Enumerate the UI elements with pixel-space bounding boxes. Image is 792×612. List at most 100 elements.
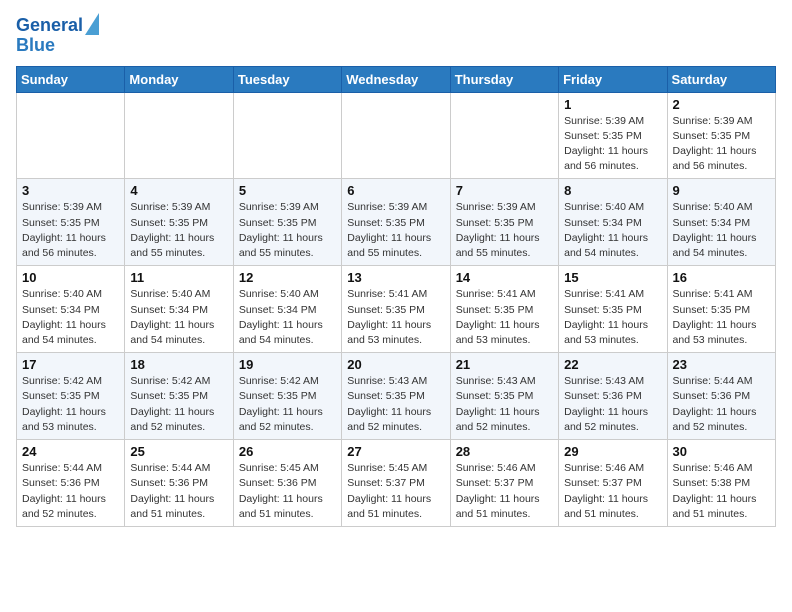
day-info: Sunrise: 5:43 AM Sunset: 5:36 PM Dayligh… [564, 374, 661, 435]
calendar-day-cell: 17 Sunrise: 5:42 AM Sunset: 5:35 PM Dayli… [17, 353, 125, 440]
calendar-day-cell: 28 Sunrise: 5:46 AM Sunset: 5:37 PM Dayli… [450, 440, 558, 527]
day-number: 25 [130, 444, 227, 459]
day-number: 27 [347, 444, 444, 459]
calendar-day-cell [342, 92, 450, 179]
day-info: Sunrise: 5:41 AM Sunset: 5:35 PM Dayligh… [673, 287, 770, 348]
day-number: 28 [456, 444, 553, 459]
day-number: 3 [22, 183, 119, 198]
day-info: Sunrise: 5:39 AM Sunset: 5:35 PM Dayligh… [673, 114, 770, 175]
day-number: 14 [456, 270, 553, 285]
weekday-header: Wednesday [342, 66, 450, 92]
page-header: General Blue [16, 16, 776, 56]
day-info: Sunrise: 5:39 AM Sunset: 5:35 PM Dayligh… [564, 114, 661, 175]
weekday-header: Tuesday [233, 66, 341, 92]
calendar-table: SundayMondayTuesdayWednesdayThursdayFrid… [16, 66, 776, 527]
calendar-day-cell: 27Sunrise: 5:45 AM Sunset: 5:37 PM Dayli… [342, 440, 450, 527]
day-number: 8 [564, 183, 661, 198]
day-info: Sunrise: 5:43 AM Sunset: 5:35 PM Dayligh… [456, 374, 553, 435]
calendar-day-cell [17, 92, 125, 179]
calendar-day-cell: 21 Sunrise: 5:43 AM Sunset: 5:35 PM Dayli… [450, 353, 558, 440]
day-number: 30 [673, 444, 770, 459]
day-number: 19 [239, 357, 336, 372]
calendar-day-cell: 5 Sunrise: 5:39 AM Sunset: 5:35 PM Daylig… [233, 179, 341, 266]
calendar-day-cell: 4 Sunrise: 5:39 AM Sunset: 5:35 PM Daylig… [125, 179, 233, 266]
weekday-header: Saturday [667, 66, 775, 92]
day-number: 24 [22, 444, 119, 459]
day-number: 1 [564, 97, 661, 112]
calendar-day-cell: 3Sunrise: 5:39 AM Sunset: 5:35 PM Daylig… [17, 179, 125, 266]
calendar-day-cell: 25 Sunrise: 5:44 AM Sunset: 5:36 PM Dayli… [125, 440, 233, 527]
calendar-day-cell: 23 Sunrise: 5:44 AM Sunset: 5:36 PM Dayli… [667, 353, 775, 440]
calendar-day-cell: 16 Sunrise: 5:41 AM Sunset: 5:35 PM Dayli… [667, 266, 775, 353]
day-number: 29 [564, 444, 661, 459]
weekday-header: Monday [125, 66, 233, 92]
day-info: Sunrise: 5:40 AM Sunset: 5:34 PM Dayligh… [239, 287, 336, 348]
calendar-day-cell: 2 Sunrise: 5:39 AM Sunset: 5:35 PM Daylig… [667, 92, 775, 179]
day-info: Sunrise: 5:39 AM Sunset: 5:35 PM Dayligh… [239, 200, 336, 261]
calendar-day-cell: 14 Sunrise: 5:41 AM Sunset: 5:35 PM Dayli… [450, 266, 558, 353]
day-info: Sunrise: 5:41 AM Sunset: 5:35 PM Dayligh… [347, 287, 444, 348]
calendar-day-cell: 24Sunrise: 5:44 AM Sunset: 5:36 PM Dayli… [17, 440, 125, 527]
day-number: 22 [564, 357, 661, 372]
day-info: Sunrise: 5:39 AM Sunset: 5:35 PM Dayligh… [130, 200, 227, 261]
weekday-header: Thursday [450, 66, 558, 92]
calendar-day-cell: 26 Sunrise: 5:45 AM Sunset: 5:36 PM Dayli… [233, 440, 341, 527]
calendar-day-cell: 12 Sunrise: 5:40 AM Sunset: 5:34 PM Dayli… [233, 266, 341, 353]
day-number: 12 [239, 270, 336, 285]
calendar-day-cell: 6 Sunrise: 5:39 AM Sunset: 5:35 PM Daylig… [342, 179, 450, 266]
day-info: Sunrise: 5:44 AM Sunset: 5:36 PM Dayligh… [130, 461, 227, 522]
day-number: 10 [22, 270, 119, 285]
day-info: Sunrise: 5:44 AM Sunset: 5:36 PM Dayligh… [673, 374, 770, 435]
calendar-day-cell: 8 Sunrise: 5:40 AM Sunset: 5:34 PM Daylig… [559, 179, 667, 266]
day-number: 21 [456, 357, 553, 372]
day-info: Sunrise: 5:42 AM Sunset: 5:35 PM Dayligh… [22, 374, 119, 435]
day-number: 6 [347, 183, 444, 198]
day-number: 4 [130, 183, 227, 198]
calendar-day-cell: 13 Sunrise: 5:41 AM Sunset: 5:35 PM Dayli… [342, 266, 450, 353]
day-info: Sunrise: 5:42 AM Sunset: 5:35 PM Dayligh… [239, 374, 336, 435]
calendar-week-row: 10 Sunrise: 5:40 AM Sunset: 5:34 PM Dayli… [17, 266, 776, 353]
day-info: Sunrise: 5:42 AM Sunset: 5:35 PM Dayligh… [130, 374, 227, 435]
day-info: Sunrise: 5:46 AM Sunset: 5:37 PM Dayligh… [564, 461, 661, 522]
calendar-day-cell: 30Sunrise: 5:46 AM Sunset: 5:38 PM Dayli… [667, 440, 775, 527]
calendar-week-row: 1 Sunrise: 5:39 AM Sunset: 5:35 PM Daylig… [17, 92, 776, 179]
day-info: Sunrise: 5:46 AM Sunset: 5:37 PM Dayligh… [456, 461, 553, 522]
calendar-day-cell [233, 92, 341, 179]
day-number: 16 [673, 270, 770, 285]
calendar-day-cell: 10 Sunrise: 5:40 AM Sunset: 5:34 PM Dayli… [17, 266, 125, 353]
day-number: 13 [347, 270, 444, 285]
calendar-day-cell: 11Sunrise: 5:40 AM Sunset: 5:34 PM Dayli… [125, 266, 233, 353]
calendar-day-cell: 22 Sunrise: 5:43 AM Sunset: 5:36 PM Dayli… [559, 353, 667, 440]
calendar-day-cell: 19 Sunrise: 5:42 AM Sunset: 5:35 PM Dayli… [233, 353, 341, 440]
calendar-week-row: 24 Sunrise: 5:44 AM Sunset: 5:36 PM Dayli… [17, 440, 776, 527]
day-number: 23 [673, 357, 770, 372]
day-number: 9 [673, 183, 770, 198]
day-number: 18 [130, 357, 227, 372]
calendar-day-cell: 7Sunrise: 5:39 AM Sunset: 5:35 PM Daylig… [450, 179, 558, 266]
day-number: 17 [22, 357, 119, 372]
day-info: Sunrise: 5:40 AM Sunset: 5:34 PM Dayligh… [22, 287, 119, 348]
logo: General Blue [16, 16, 99, 56]
day-number: 7 [456, 183, 553, 198]
weekday-header: Friday [559, 66, 667, 92]
day-info: Sunrise: 5:41 AM Sunset: 5:35 PM Dayligh… [456, 287, 553, 348]
day-info: Sunrise: 5:45 AM Sunset: 5:36 PM Dayligh… [239, 461, 336, 522]
day-number: 26 [239, 444, 336, 459]
calendar-day-cell: 18 Sunrise: 5:42 AM Sunset: 5:35 PM Dayli… [125, 353, 233, 440]
calendar-week-row: 17 Sunrise: 5:42 AM Sunset: 5:35 PM Dayli… [17, 353, 776, 440]
calendar-day-cell: 9 Sunrise: 5:40 AM Sunset: 5:34 PM Daylig… [667, 179, 775, 266]
calendar-day-cell: 1 Sunrise: 5:39 AM Sunset: 5:35 PM Daylig… [559, 92, 667, 179]
logo-text-line2: Blue [16, 35, 55, 55]
day-info: Sunrise: 5:41 AM Sunset: 5:35 PM Dayligh… [564, 287, 661, 348]
day-number: 5 [239, 183, 336, 198]
day-number: 11 [130, 270, 227, 285]
logo-icon [85, 13, 99, 35]
day-info: Sunrise: 5:40 AM Sunset: 5:34 PM Dayligh… [564, 200, 661, 261]
calendar-day-cell: 15 Sunrise: 5:41 AM Sunset: 5:35 PM Dayli… [559, 266, 667, 353]
weekday-header: Sunday [17, 66, 125, 92]
day-number: 15 [564, 270, 661, 285]
calendar-header-row: SundayMondayTuesdayWednesdayThursdayFrid… [17, 66, 776, 92]
day-info: Sunrise: 5:40 AM Sunset: 5:34 PM Dayligh… [673, 200, 770, 261]
day-number: 2 [673, 97, 770, 112]
day-info: Sunrise: 5:39 AM Sunset: 5:35 PM Dayligh… [347, 200, 444, 261]
